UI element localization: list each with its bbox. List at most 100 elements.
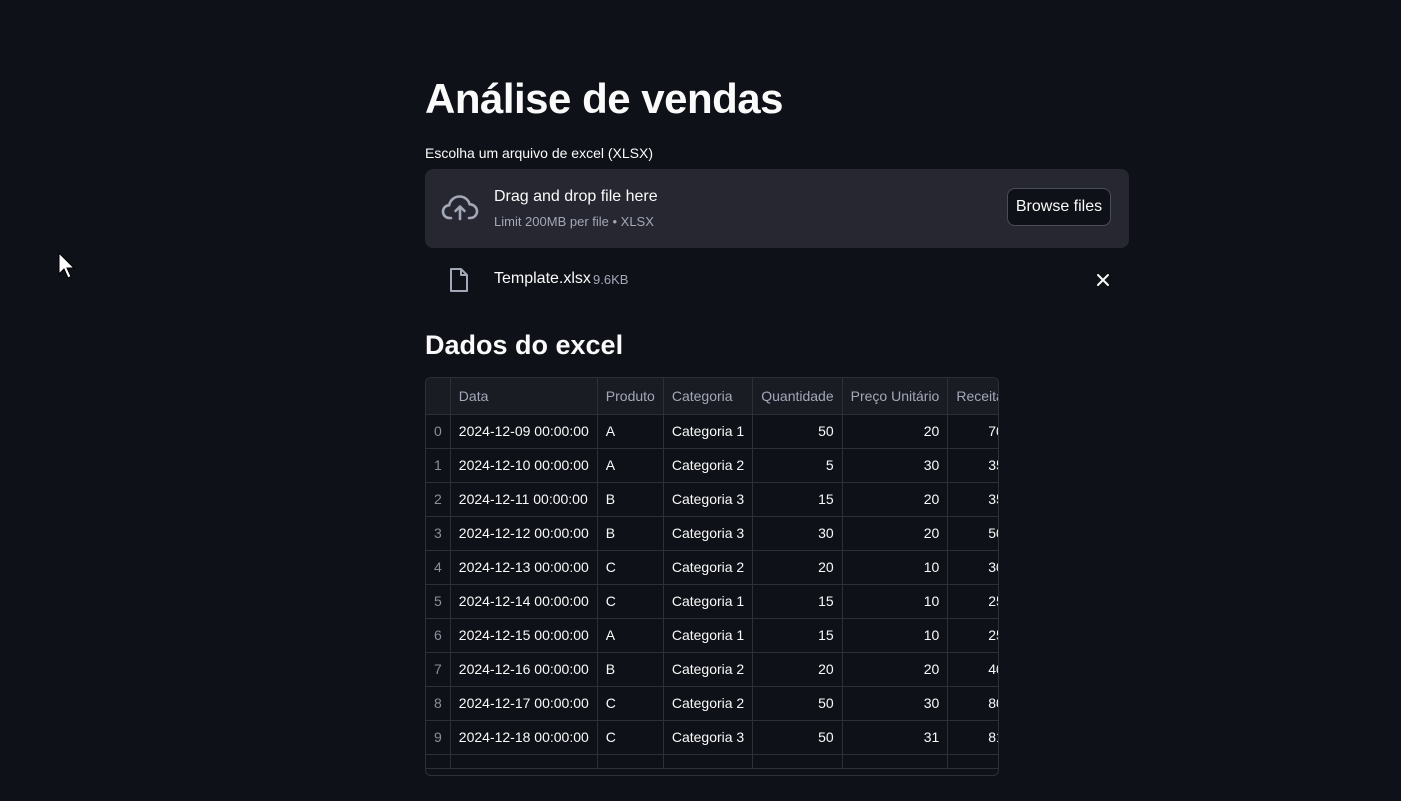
table-cell[interactable]: C (597, 550, 664, 585)
table-cell[interactable]: 2024-12-15 00:00:00 (450, 618, 598, 653)
table-cell[interactable]: 31 (842, 720, 949, 755)
file-uploader-label: Escolha um arquivo de excel (XLSX) (425, 145, 653, 161)
table-row[interactable]: 02024-12-09 00:00:00ACategoria 1502070 (426, 414, 998, 449)
section-title: Dados do excel (425, 330, 624, 360)
table-cell[interactable]: 50 (947, 516, 998, 551)
table-row[interactable]: 32024-12-12 00:00:00BCategoria 3302050 (426, 516, 998, 551)
table-row[interactable]: 12024-12-10 00:00:00ACategoria 253035 (426, 448, 998, 483)
table-cell[interactable]: 10 (842, 550, 949, 585)
table-column-header[interactable]: Quantidade (752, 378, 843, 415)
table-cell[interactable]: 70 (947, 414, 998, 449)
table-cell[interactable]: 5 (752, 448, 843, 483)
table-cell[interactable]: 50 (752, 414, 843, 449)
row-index-cell[interactable]: 5 (426, 584, 451, 619)
table-cell[interactable]: 35 (947, 482, 998, 517)
table-cell[interactable]: B (597, 482, 664, 517)
table-column-header[interactable]: Categoria (663, 378, 754, 415)
table-cell[interactable]: 50 (752, 686, 843, 721)
table-cell[interactable]: 2024-12-17 00:00:00 (450, 686, 598, 721)
table-cell[interactable]: 20 (752, 652, 843, 687)
table-cell[interactable]: Categoria 2 (663, 652, 754, 687)
row-index-cell[interactable]: 0 (426, 414, 451, 449)
table-cell[interactable]: Categoria 1 (663, 584, 754, 619)
row-index-cell[interactable]: 7 (426, 652, 451, 687)
table-cell[interactable]: 35 (947, 448, 998, 483)
table-cell[interactable]: A (597, 414, 664, 449)
table-cell[interactable]: 10 (842, 584, 949, 619)
row-index-cell[interactable]: 8 (426, 686, 451, 721)
table-cell[interactable]: 2024-12-12 00:00:00 (450, 516, 598, 551)
table-cell[interactable]: C (597, 720, 664, 755)
row-index-cell[interactable]: 4 (426, 550, 451, 585)
table-cell[interactable]: Categoria 3 (663, 516, 754, 551)
table-cell[interactable]: Categoria 1 (663, 618, 754, 653)
uploaded-file-name: Template.xlsx (494, 270, 591, 287)
row-index-cell[interactable]: 6 (426, 618, 451, 653)
table-cell[interactable]: B (597, 516, 664, 551)
table-cell[interactable]: 2024-12-13 00:00:00 (450, 550, 598, 585)
mouse-cursor-icon (58, 252, 76, 279)
table-cell[interactable]: Categoria 2 (663, 448, 754, 483)
table-cell (842, 754, 949, 769)
table-cell[interactable]: Categoria 3 (663, 482, 754, 517)
table-cell[interactable]: 30 (752, 516, 843, 551)
file-dropzone[interactable]: Drag and drop file here Limit 200MB per … (425, 169, 1129, 248)
table-cell[interactable]: Categoria 2 (663, 550, 754, 585)
row-index-cell[interactable]: 1 (426, 448, 451, 483)
table-cell[interactable]: 2024-12-14 00:00:00 (450, 584, 598, 619)
table-cell[interactable]: 20 (752, 550, 843, 585)
table-row[interactable]: 72024-12-16 00:00:00BCategoria 2202040 (426, 652, 998, 687)
file-icon (450, 268, 468, 292)
table-row[interactable]: 82024-12-17 00:00:00CCategoria 2503080 (426, 686, 998, 721)
close-icon[interactable] (1095, 272, 1111, 288)
table-cell[interactable]: 15 (752, 584, 843, 619)
table-cell[interactable]: 2024-12-11 00:00:00 (450, 482, 598, 517)
table-cell[interactable]: C (597, 584, 664, 619)
table-cell[interactable]: 30 (842, 448, 949, 483)
table-row[interactable]: 22024-12-11 00:00:00BCategoria 3152035 (426, 482, 998, 517)
browse-files-button[interactable]: Browse files (1007, 188, 1111, 226)
table-cell[interactable]: 30 (842, 686, 949, 721)
table-index-header[interactable] (426, 378, 451, 415)
table-cell[interactable]: B (597, 652, 664, 687)
table-column-header[interactable]: Preço Unitário (842, 378, 949, 415)
row-index-cell[interactable]: 9 (426, 720, 451, 755)
table-cell[interactable]: 2024-12-16 00:00:00 (450, 652, 598, 687)
table-cell[interactable]: 25 (947, 584, 998, 619)
table-cell[interactable]: A (597, 448, 664, 483)
page-title: Análise de vendas (425, 75, 784, 122)
table-cell[interactable]: C (597, 686, 664, 721)
table-column-header[interactable]: Data (450, 378, 598, 415)
table-cell[interactable]: 15 (752, 482, 843, 517)
table-cell[interactable]: 30 (947, 550, 998, 585)
table-cell (597, 754, 664, 769)
table-cell (663, 754, 754, 769)
table-cell[interactable]: Categoria 2 (663, 686, 754, 721)
table-cell[interactable]: Categoria 3 (663, 720, 754, 755)
table-cell[interactable]: 2024-12-18 00:00:00 (450, 720, 598, 755)
table-row[interactable]: 52024-12-14 00:00:00CCategoria 1151025 (426, 584, 998, 619)
table-cell[interactable]: 25 (947, 618, 998, 653)
table-cell[interactable]: 50 (752, 720, 843, 755)
table-cell[interactable]: A (597, 618, 664, 653)
table-cell[interactable]: 10 (842, 618, 949, 653)
table-cell[interactable]: 40 (947, 652, 998, 687)
table-cell[interactable]: 81 (947, 720, 998, 755)
table-cell[interactable]: Categoria 1 (663, 414, 754, 449)
table-cell[interactable]: 20 (842, 414, 949, 449)
table-cell[interactable]: 20 (842, 652, 949, 687)
table-row[interactable]: 92024-12-18 00:00:00CCategoria 3503181 (426, 720, 998, 755)
data-table[interactable]: Data Produto Categoria Quantidade Preço Unit… (425, 377, 999, 776)
row-index-cell[interactable]: 2 (426, 482, 451, 517)
table-column-header[interactable]: Receita (947, 378, 998, 415)
table-cell[interactable]: 15 (752, 618, 843, 653)
table-cell[interactable]: 20 (842, 516, 949, 551)
table-cell[interactable]: 2024-12-10 00:00:00 (450, 448, 598, 483)
table-cell[interactable]: 20 (842, 482, 949, 517)
table-column-header[interactable]: Produto (597, 378, 664, 415)
row-index-cell[interactable]: 3 (426, 516, 451, 551)
table-row[interactable]: 42024-12-13 00:00:00CCategoria 2201030 (426, 550, 998, 585)
table-cell[interactable]: 80 (947, 686, 998, 721)
table-cell[interactable]: 2024-12-09 00:00:00 (450, 414, 598, 449)
table-row[interactable]: 62024-12-15 00:00:00ACategoria 1151025 (426, 618, 998, 653)
